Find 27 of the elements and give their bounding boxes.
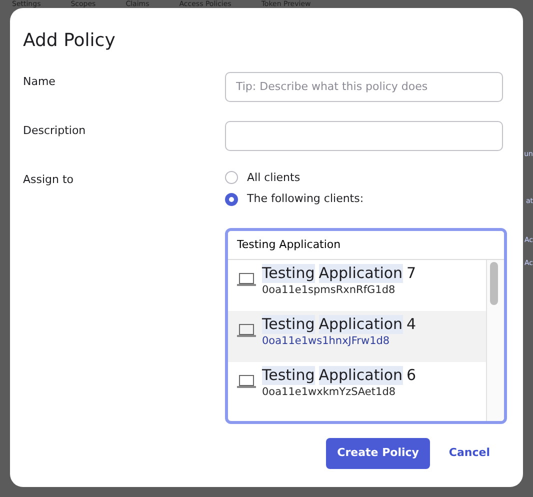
laptop-icon	[237, 324, 256, 337]
client-option[interactable]: Testing Application 4 0oa11e1ws1hnxJFrw1d8	[228, 310, 486, 362]
client-search-field[interactable]: Testing Application	[228, 230, 504, 260]
client-name: Testing Application 7	[262, 264, 416, 283]
client-name: Testing Application 6	[262, 366, 416, 385]
field-label: Name	[23, 74, 56, 90]
client-name: Testing Application 4	[262, 314, 416, 334]
radio-label: The following clients:	[247, 191, 364, 208]
cancel-button[interactable]: Cancel	[438, 438, 501, 469]
client-id: 0oa11e1spmsRxnRfG1d8	[262, 282, 396, 298]
scrollbar-thumb[interactable]	[490, 262, 498, 305]
radio-button[interactable]	[225, 192, 238, 206]
scrollbar[interactable]	[486, 260, 504, 421]
laptop-icon	[237, 374, 256, 388]
field-label: Assign to	[23, 172, 75, 188]
client-option[interactable]: Testing Application 7 0oa11e1spmsRxnRfG1d8	[228, 260, 486, 311]
client-id: 0oa11e1wxkmYzSAet1d8	[262, 384, 397, 400]
input-field[interactable]: Tip: Describe what this policy does	[225, 72, 503, 102]
create-policy-button[interactable]: Create Policy	[326, 438, 430, 469]
laptop-icon	[237, 272, 256, 286]
radio-label: All clients	[247, 170, 300, 186]
radio-button[interactable]	[225, 171, 238, 184]
dialog-title: Add Policy	[23, 30, 116, 52]
client-option[interactable]: Testing Application 6 0oa11e1wxkmYzSAet1d8	[228, 362, 486, 413]
input-field[interactable]	[225, 120, 503, 151]
client-id: 0oa11e1ws1hnxJFrw1d8	[262, 334, 391, 349]
field-label: Description	[23, 122, 87, 139]
